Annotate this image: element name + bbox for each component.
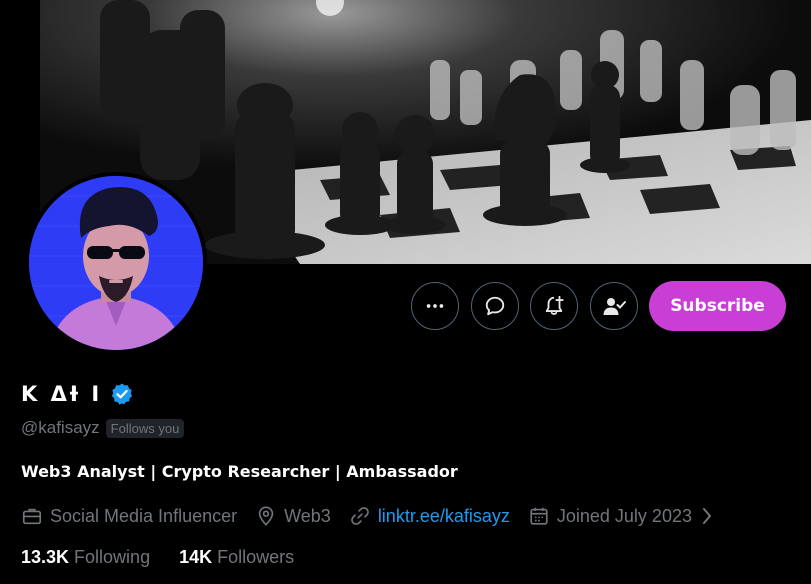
chevron-right-icon[interactable]: [699, 506, 715, 526]
following-count: 13.3K: [21, 547, 70, 567]
followers-stat[interactable]: 14K Followers: [179, 547, 294, 568]
avatar[interactable]: [25, 172, 207, 354]
message-button[interactable]: [471, 282, 519, 330]
bell-plus-icon: [545, 295, 564, 315]
follow-stats: 13.3K Following 14K Followers: [21, 547, 294, 568]
calendar-icon: [530, 507, 548, 525]
followers-count: 14K: [179, 547, 213, 567]
notify-button[interactable]: [530, 282, 578, 330]
category-item: Social Media Influencer: [21, 505, 237, 527]
bio: Web3 Analyst | Crypto Researcher | Ambas…: [21, 462, 458, 481]
joined-text: Joined July 2023: [556, 505, 692, 526]
following-button[interactable]: [590, 282, 638, 330]
handle-row: @kafisayz Follows you: [21, 418, 185, 438]
category-text: Social Media Influencer: [50, 505, 238, 526]
website-item[interactable]: linktr.ee/kafisayz: [349, 505, 510, 527]
avatar-image: [29, 176, 203, 350]
message-bubble-icon: [485, 296, 505, 316]
profile-meta: Social Media Influencer Web3 linktr.ee/k…: [21, 503, 715, 529]
location-item: Web3: [255, 505, 331, 527]
location-pin-icon: [258, 506, 274, 526]
display-name-row: K ΔƗ I: [21, 382, 134, 406]
following-label: Following: [74, 547, 151, 567]
following-stat[interactable]: 13.3K Following: [21, 547, 150, 568]
follows-you-badge: Follows you: [105, 418, 185, 438]
subscribe-button[interactable]: Subscribe: [649, 281, 786, 331]
more-horizontal-icon: [426, 304, 444, 308]
more-button[interactable]: [411, 282, 459, 330]
verified-badge-icon[interactable]: [110, 382, 134, 406]
handle: @kafisayz: [21, 418, 100, 437]
website-link[interactable]: linktr.ee/kafisayz: [378, 506, 510, 527]
display-name: K ΔƗ I: [21, 382, 103, 406]
link-icon: [350, 507, 369, 525]
briefcase-icon: [22, 508, 42, 525]
joined-item[interactable]: Joined July 2023: [528, 505, 715, 527]
location-text: Web3: [284, 505, 331, 526]
followers-label: Followers: [217, 547, 295, 567]
user-check-icon: [603, 298, 626, 315]
